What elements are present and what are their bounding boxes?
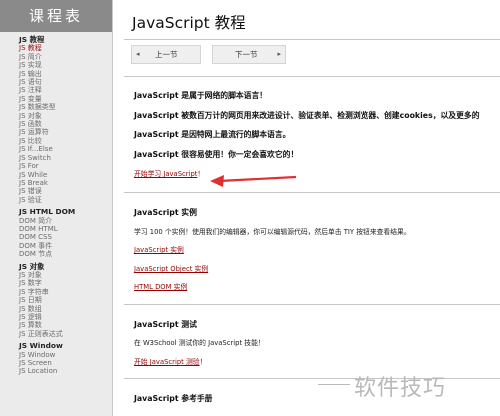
start-quiz-link[interactable]: 开始 JavaScript 测验 xyxy=(134,358,200,366)
examples-link[interactable]: JavaScript 实例 xyxy=(134,244,184,254)
sidebar-item[interactable]: DOM 简介 xyxy=(19,217,112,225)
sidebar-section-title: JS HTML DOM xyxy=(19,207,76,217)
sidebar-item[interactable]: JS 实现 xyxy=(19,61,112,69)
sidebar-item[interactable]: JS Screen xyxy=(19,359,112,367)
sidebar-item[interactable]: JS 教程 xyxy=(19,44,112,52)
sidebar-item[interactable]: JS 数据类型 xyxy=(19,103,112,111)
sidebar-item[interactable]: JS If...Else xyxy=(19,145,112,153)
divider xyxy=(124,192,500,193)
quiz-row: 开始 JavaScript 测验！ xyxy=(134,356,206,366)
sidebar-title: 课程表 xyxy=(0,0,112,32)
sidebar-item[interactable]: JS Location xyxy=(19,367,112,375)
sidebar-section-title: JS Window xyxy=(19,341,63,351)
sidebar-item[interactable]: JS Switch xyxy=(19,154,112,162)
sidebar-item[interactable]: JS 字符串 xyxy=(19,288,112,296)
sidebar-item[interactable]: JS 运算符 xyxy=(19,128,112,136)
sidebar-item[interactable]: JS 算数 xyxy=(19,321,112,329)
quiz-heading: JavaScript 测试 xyxy=(134,320,197,329)
watermark: 软件技巧 xyxy=(354,376,447,401)
sidebar-item[interactable]: JS 错误 xyxy=(19,187,112,195)
sidebar-section: JS HTML DOM DOM 简介 DOM HTML DOM CSS DOM 事件 DO… xyxy=(19,207,112,258)
sidebar-item[interactable]: DOM 事件 xyxy=(19,242,112,250)
sidebar-sections: JS 教程 JS 教程 JS 简介 JS 实现 JS 输出 JS 语句 JS 注释 JS 变量… xyxy=(0,32,112,376)
sidebar-item[interactable]: DOM CSS xyxy=(19,233,112,241)
examples-description: 学习 100 个实例！使用我们的编辑器，你可以编辑源代码，然后单击 TIY 按钮… xyxy=(134,228,411,236)
main-content: JavaScript 教程 ◂ 上一节 下一节 ▸ JavaScript 是属于… xyxy=(124,0,500,416)
sidebar-section: JS 教程 JS 教程 JS 简介 JS 实现 JS 输出 JS 语句 JS 注释 JS 变量… xyxy=(19,35,112,204)
sidebar-item[interactable]: JS While xyxy=(19,171,112,179)
examples-heading: JavaScript 实例 xyxy=(134,208,197,217)
sidebar-item[interactable]: JS 变量 xyxy=(19,95,112,103)
sidebar-item[interactable]: JS 日期 xyxy=(19,296,112,304)
sidebar-section-title: JS 对象 xyxy=(19,261,45,271)
divider xyxy=(124,304,500,305)
sidebar-item[interactable]: JS 验证 xyxy=(19,196,112,204)
watermark-line xyxy=(318,384,350,385)
sidebar-item[interactable]: DOM 节点 xyxy=(19,250,112,258)
sidebar-item[interactable]: JS 输出 xyxy=(19,70,112,78)
sidebar-item[interactable]: JS For xyxy=(19,162,112,170)
sidebar-item[interactable]: JS 比较 xyxy=(19,137,112,145)
sidebar-item[interactable]: JS 注释 xyxy=(19,86,112,94)
sidebar-item[interactable]: JS 正则表达式 xyxy=(19,330,112,338)
dom-examples-link[interactable]: HTML DOM 实例 xyxy=(134,281,187,291)
sidebar-item[interactable]: JS 对象 xyxy=(19,112,112,120)
sidebar-item[interactable]: JS 数字 xyxy=(19,279,112,287)
sidebar: 课程表 JS 教程 JS 教程 JS 简介 JS 实现 JS 输出 JS 语句 JS 注释 J… xyxy=(0,0,113,416)
sidebar-item[interactable]: JS 简介 xyxy=(19,53,112,61)
sidebar-item[interactable]: JS 数组 xyxy=(19,305,112,313)
quiz-description: 在 W3School 测试你的 JavaScript 技能！ xyxy=(134,339,265,347)
sidebar-section: JS 对象 JS 对象 JS 数字 JS 字符串 JS 日期 JS 数组 JS 逻辑 JS 算… xyxy=(19,261,112,339)
object-examples-link[interactable]: JavaScript Object 实例 xyxy=(134,263,208,273)
sidebar-section: JS Window JS Window JS Screen JS Location xyxy=(19,341,112,376)
reference-heading: JavaScript 参考手册 xyxy=(134,394,213,403)
sidebar-item[interactable]: JS Window xyxy=(19,351,112,359)
quiz-link-suffix: ！ xyxy=(199,358,207,366)
sidebar-item[interactable]: DOM HTML xyxy=(19,225,112,233)
